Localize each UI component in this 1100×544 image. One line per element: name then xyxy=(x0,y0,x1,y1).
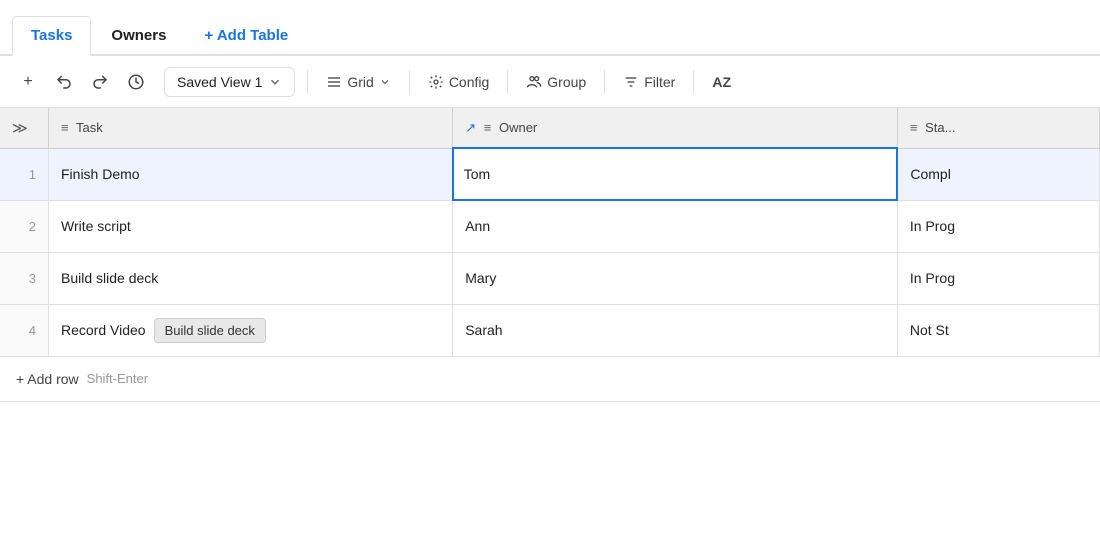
task-col-icon: ≡ xyxy=(61,120,69,135)
group-label: Group xyxy=(547,74,586,90)
row-num-3: 3 xyxy=(0,252,49,304)
table-row: 2 Write script Ann In Prog xyxy=(0,200,1100,252)
status-cell-1: Compl xyxy=(897,148,1099,200)
owner-col-icon: ≡ xyxy=(484,120,492,135)
add-row-shortcut: Shift-Enter xyxy=(87,371,148,386)
config-icon xyxy=(428,74,444,90)
owner-cell-1[interactable]: Tom xyxy=(453,148,898,200)
sort-label: AZ xyxy=(712,74,731,90)
header-row-num: ≫ xyxy=(0,108,49,148)
status-cell-2: In Prog xyxy=(897,200,1099,252)
grid-container: ≫ ≡ Task ↗ ≡ Owner ≡ Sta... xyxy=(0,108,1100,402)
data-table: ≫ ≡ Task ↗ ≡ Owner ≡ Sta... xyxy=(0,108,1100,357)
add-table-button[interactable]: + Add Table xyxy=(190,17,302,54)
owner-sort-icon: ↗ xyxy=(465,120,476,135)
status-value-2: In Prog xyxy=(910,218,955,234)
task-value-1: Finish Demo xyxy=(61,166,140,182)
status-col-icon: ≡ xyxy=(910,120,918,135)
add-button[interactable]: + xyxy=(12,66,44,98)
task-value-2: Write script xyxy=(61,218,131,234)
task-cell-3[interactable]: Build slide deck xyxy=(49,252,453,304)
row-num-4: 4 xyxy=(0,304,49,356)
table-row: 3 Build slide deck Mary In Prog xyxy=(0,252,1100,304)
grid-icon xyxy=(326,74,342,90)
header-owner[interactable]: ↗ ≡ Owner xyxy=(453,108,898,148)
saved-view-dropdown[interactable]: Saved View 1 xyxy=(164,67,295,97)
tab-tasks[interactable]: Tasks xyxy=(12,16,91,56)
grid-label: Grid xyxy=(347,74,373,90)
task-value-3: Build slide deck xyxy=(61,270,158,286)
owner-value-1: Tom xyxy=(464,166,490,182)
toolbar: + Saved View 1 Grid Config Group Filter … xyxy=(0,56,1100,108)
header-owner-label: Owner xyxy=(499,120,537,135)
status-value-4: Not St xyxy=(910,322,949,338)
header-task[interactable]: ≡ Task xyxy=(49,108,453,148)
sort-button[interactable]: AZ xyxy=(702,68,741,96)
table-header-row: ≫ ≡ Task ↗ ≡ Owner ≡ Sta... xyxy=(0,108,1100,148)
owner-cell-3[interactable]: Mary xyxy=(453,252,898,304)
divider-2 xyxy=(409,70,410,94)
filter-button[interactable]: Filter xyxy=(613,68,685,96)
config-label: Config xyxy=(449,74,489,90)
owner-cell-2[interactable]: Ann xyxy=(453,200,898,252)
tab-bar: Tasks Owners + Add Table xyxy=(0,0,1100,56)
task-4-container: Record Video Build slide deck xyxy=(61,318,440,343)
status-cell-3: In Prog xyxy=(897,252,1099,304)
table-row: 4 Record Video Build slide deck Sarah No… xyxy=(0,304,1100,356)
owner-value-3: Mary xyxy=(465,270,496,286)
task-cell-2[interactable]: Write script xyxy=(49,200,453,252)
divider-5 xyxy=(693,70,694,94)
owner-value-2: Ann xyxy=(465,218,490,234)
status-value-3: In Prog xyxy=(910,270,955,286)
config-button[interactable]: Config xyxy=(418,68,499,96)
divider-1 xyxy=(307,70,308,94)
add-row-label: + Add row xyxy=(16,371,79,387)
status-value-1: Compl xyxy=(910,166,950,182)
divider-3 xyxy=(507,70,508,94)
tab-owners[interactable]: Owners xyxy=(93,17,184,54)
row-num-2: 2 xyxy=(0,200,49,252)
task-value-4: Record Video xyxy=(61,322,146,338)
grid-chevron-icon xyxy=(379,76,391,88)
history-button[interactable] xyxy=(120,66,152,98)
redo-icon xyxy=(91,73,109,91)
filter-icon xyxy=(623,74,639,90)
status-cell-4: Not St xyxy=(897,304,1099,356)
owner-value-4: Sarah xyxy=(465,322,502,338)
redo-button[interactable] xyxy=(84,66,116,98)
header-task-label: Task xyxy=(76,120,103,135)
group-icon xyxy=(526,74,542,90)
tooltip-build-slide-deck: Build slide deck xyxy=(154,318,266,343)
add-row-bar[interactable]: + Add row Shift-Enter xyxy=(0,357,1100,402)
undo-icon xyxy=(55,73,73,91)
header-status[interactable]: ≡ Sta... xyxy=(897,108,1099,148)
header-status-label: Sta... xyxy=(925,120,955,135)
group-button[interactable]: Group xyxy=(516,68,596,96)
row-num-1: 1 xyxy=(0,148,49,200)
undo-button[interactable] xyxy=(48,66,80,98)
divider-4 xyxy=(604,70,605,94)
filter-label: Filter xyxy=(644,74,675,90)
expand-icon: ≫ xyxy=(12,120,28,137)
grid-button[interactable]: Grid xyxy=(316,68,400,96)
table-row: 1 Finish Demo Tom Compl xyxy=(0,148,1100,200)
saved-view-label: Saved View 1 xyxy=(177,74,262,90)
owner-cell-4[interactable]: Sarah xyxy=(453,304,898,356)
task-cell-1[interactable]: Finish Demo xyxy=(49,148,453,200)
task-cell-4[interactable]: Record Video Build slide deck xyxy=(49,304,453,356)
chevron-down-icon xyxy=(268,75,282,89)
history-icon xyxy=(127,73,145,91)
